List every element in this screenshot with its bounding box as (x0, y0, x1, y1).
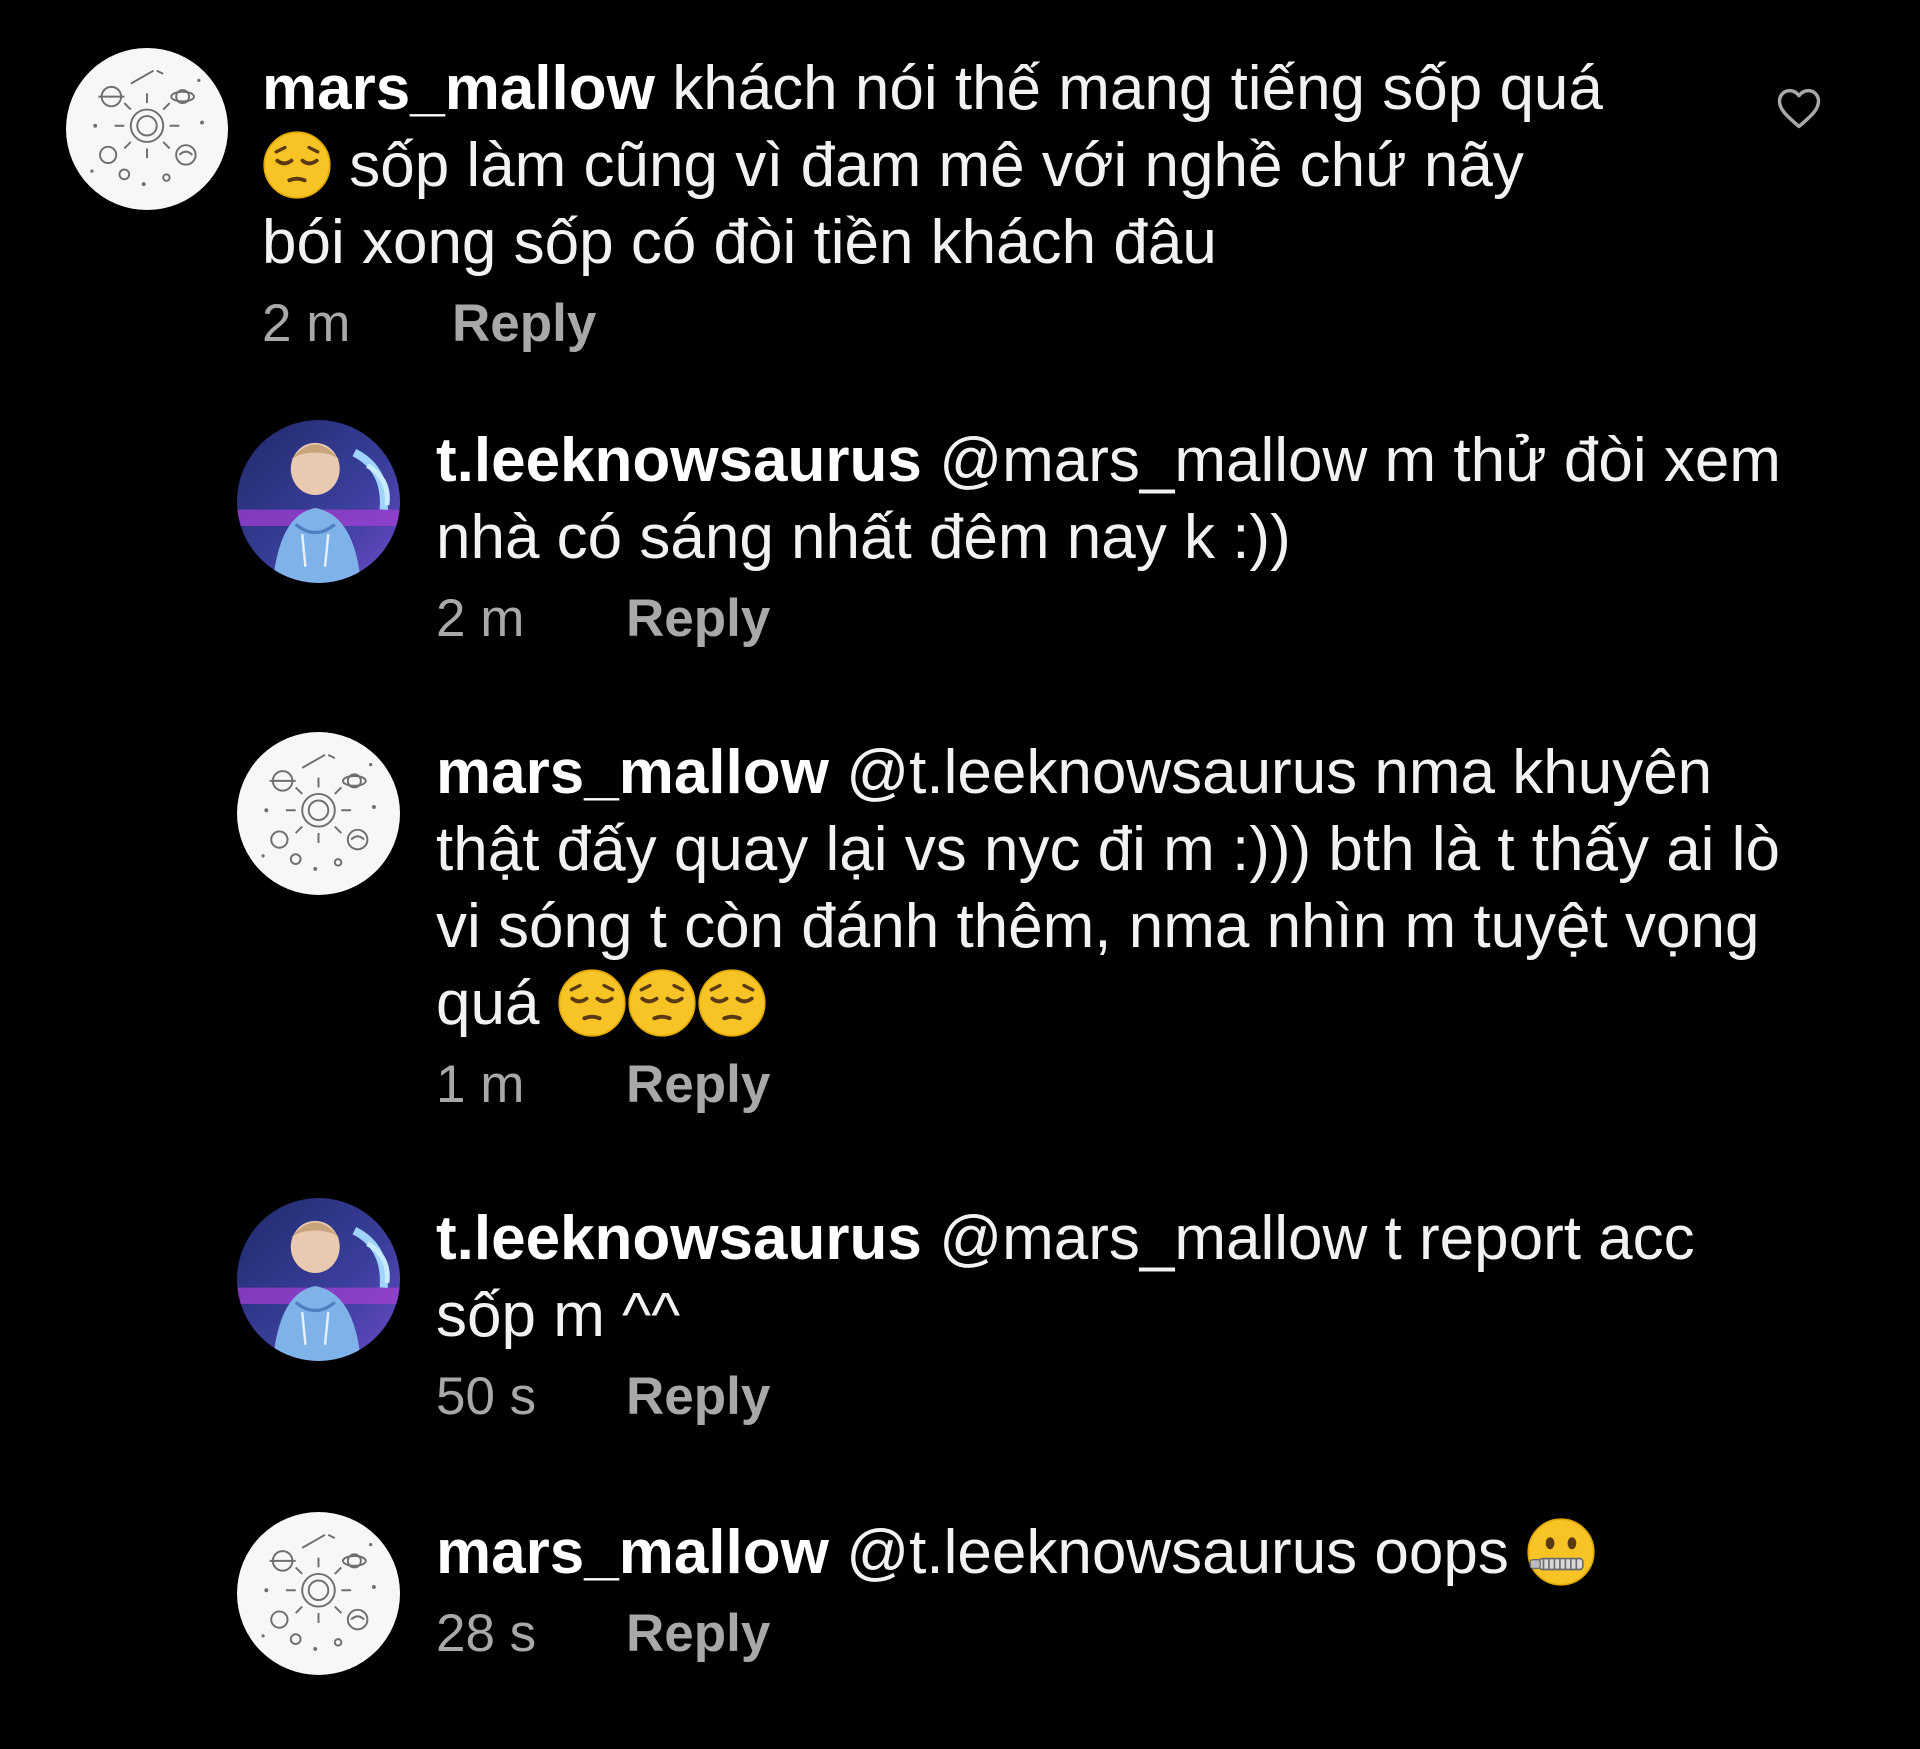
heart-outline-icon[interactable] (1771, 82, 1827, 134)
comment-text: mars_mallow @t.leeknowsaurus oops (436, 1514, 1596, 1591)
comment-body: mars_mallow khách nói thế mang tiếng sốp … (262, 48, 1603, 359)
comment-body: t.leeknowsaurus @mars_mallow m thử đòi xe… (436, 420, 1781, 654)
comment-text-line: nhà có sáng nhất đêm nay k :)) (436, 503, 1291, 572)
comment-body: mars_mallow @t.leeknowsaurus oops 28 s Re… (436, 1512, 1596, 1669)
zipper-mouth-face-emoji-icon (1526, 1517, 1596, 1587)
comment-username[interactable]: t.leeknowsaurus (436, 426, 922, 495)
avatar[interactable] (237, 1198, 400, 1361)
comment-item: t.leeknowsaurus @mars_mallow t report acc… (237, 1198, 1695, 1432)
comment-timestamp: 2 m (436, 589, 525, 648)
comment-body: mars_mallow @t.leeknowsaurus nma khuyên t… (436, 732, 1780, 1120)
comment-username[interactable]: mars_mallow (436, 1518, 829, 1587)
comment-timestamp: 1 m (436, 1055, 525, 1114)
comment-username[interactable]: mars_mallow (436, 738, 829, 807)
comment-item: mars_mallow @t.leeknowsaurus oops 28 s Re… (237, 1512, 1596, 1675)
comment-text-line: @t.leeknowsaurus nma khuyên (846, 738, 1713, 807)
reply-button[interactable]: Reply (626, 1050, 770, 1120)
comment-item: mars_mallow @t.leeknowsaurus nma khuyên t… (237, 732, 1780, 1120)
comment-username[interactable]: mars_mallow (262, 54, 655, 123)
reply-button[interactable]: Reply (452, 289, 596, 359)
comment-text-line: bói xong sốp có đòi tiền khách đâu (262, 208, 1217, 277)
comment-body: t.leeknowsaurus @mars_mallow t report acc… (436, 1198, 1695, 1432)
comment-text: t.leeknowsaurus @mars_mallow t report acc… (436, 1200, 1695, 1354)
pensive-face-emoji-icon (262, 130, 332, 200)
comment-username[interactable]: t.leeknowsaurus (436, 1204, 922, 1273)
pensive-face-emoji-icon (697, 968, 767, 1038)
pensive-face-emoji-icon (557, 968, 627, 1038)
comment-text: mars_mallow @t.leeknowsaurus nma khuyên t… (436, 734, 1780, 1042)
comment-text: t.leeknowsaurus @mars_mallow m thử đòi xe… (436, 422, 1781, 576)
comment-meta: 28 s Reply (436, 1599, 1596, 1669)
comment-text-line: @mars_mallow t report acc (939, 1204, 1695, 1273)
comment-item: mars_mallow khách nói thế mang tiếng sốp … (66, 48, 1603, 359)
avatar-image (237, 1198, 400, 1361)
comment-timestamp: 50 s (436, 1367, 537, 1426)
comment-text-line: quá (436, 969, 540, 1038)
avatar[interactable] (237, 732, 400, 895)
comment-timestamp: 2 m (262, 294, 351, 353)
reply-button[interactable]: Reply (626, 1599, 770, 1669)
comment-text-line: khách nói thế mang tiếng sốp quá (672, 54, 1603, 123)
avatar[interactable] (66, 48, 228, 210)
avatar-image (66, 48, 228, 210)
comment-meta: 2 m Reply (262, 289, 1603, 359)
comment-meta: 50 s Reply (436, 1362, 1695, 1432)
comment-meta: 2 m Reply (436, 584, 1781, 654)
avatar[interactable] (237, 1512, 400, 1675)
reply-button[interactable]: Reply (626, 584, 770, 654)
comment-item: t.leeknowsaurus @mars_mallow m thử đòi xe… (237, 420, 1781, 654)
avatar-image (237, 1512, 400, 1675)
avatar-image (237, 732, 400, 895)
comment-text-line: sốp m ^^ (436, 1281, 681, 1350)
comment-meta: 1 m Reply (436, 1050, 1780, 1120)
comment-text-line: @t.leeknowsaurus oops (846, 1518, 1509, 1587)
comment-text-line: sốp làm cũng vì đam mê với nghề chứ nãy (349, 131, 1524, 200)
reply-button[interactable]: Reply (626, 1362, 770, 1432)
comment-text-line: @mars_mallow m thử đòi xem (939, 426, 1781, 495)
comment-text-line: vi sóng t còn đánh thêm, nma nhìn m tuyệ… (436, 892, 1760, 961)
pensive-face-emoji-icon (627, 968, 697, 1038)
avatar-image (237, 420, 400, 583)
avatar[interactable] (237, 420, 400, 583)
comment-text-line: thật đấy quay lại vs nyc đi m :))) bth l… (436, 815, 1780, 884)
comment-timestamp: 28 s (436, 1604, 537, 1663)
comment-text: mars_mallow khách nói thế mang tiếng sốp … (262, 50, 1603, 281)
